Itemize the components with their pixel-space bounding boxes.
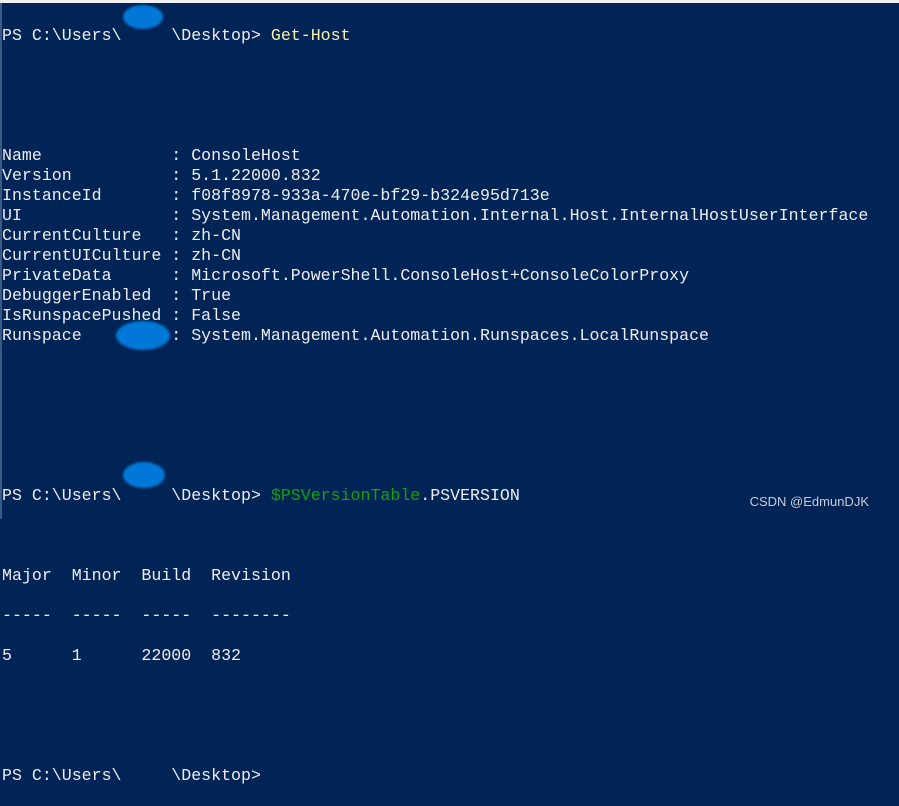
prompt-line: PS C:\Users\ \Desktop> $PSVersionTable.P… bbox=[2, 486, 868, 506]
redaction-blob bbox=[116, 321, 170, 350]
variable-text: $PSVersionTable bbox=[270, 486, 421, 505]
table-separator: ----- ----- ----- -------- bbox=[2, 606, 291, 625]
property-key: Name bbox=[2, 146, 162, 165]
property-separator: : bbox=[161, 166, 192, 185]
property-key: PrivateData bbox=[2, 266, 162, 285]
property-value: System.Management.Automation.Internal.Ho… bbox=[191, 206, 869, 225]
property-value: zh-CN bbox=[191, 246, 241, 265]
property-key: Version bbox=[2, 166, 162, 185]
host-property-row: InstanceId : f08f8978-933a-470e-bf29-b32… bbox=[2, 186, 868, 206]
host-property-row: CurrentCulture : zh-CN bbox=[2, 226, 868, 246]
property-value: zh-CN bbox=[191, 226, 241, 245]
property-separator: : bbox=[161, 146, 192, 165]
property-key: DebuggerEnabled bbox=[2, 286, 162, 305]
window-top-border bbox=[0, 0, 899, 3]
property-separator: : bbox=[161, 186, 192, 205]
prompt-suffix: \Desktop> bbox=[171, 486, 271, 505]
property-key: InstanceId bbox=[2, 186, 162, 205]
redacted-username bbox=[122, 26, 172, 45]
redaction-blob bbox=[123, 462, 165, 488]
host-property-row: Version : 5.1.22000.832 bbox=[2, 166, 868, 186]
prompt-prefix: PS C:\Users\ bbox=[2, 486, 122, 505]
redaction-blob bbox=[123, 5, 163, 29]
property-separator: : bbox=[161, 286, 192, 305]
table-row: 5 1 22000 832 bbox=[2, 646, 241, 665]
prompt-prefix: PS C:\Users\ bbox=[2, 26, 122, 45]
property-value: Microsoft.PowerShell.ConsoleHost+Console… bbox=[191, 266, 690, 285]
prompt-prefix: PS C:\Users\ bbox=[2, 766, 122, 785]
member-text: .PSVERSION bbox=[420, 486, 520, 505]
property-value: ConsoleHost bbox=[191, 146, 301, 165]
property-separator: : bbox=[161, 266, 192, 285]
redacted-username bbox=[122, 766, 172, 785]
host-property-row: UI : System.Management.Automation.Intern… bbox=[2, 206, 868, 226]
property-value: f08f8978-933a-470e-bf29-b324e95d713e bbox=[191, 186, 550, 205]
prompt-suffix: \Desktop> bbox=[171, 26, 271, 45]
property-value: 5.1.22000.832 bbox=[191, 166, 321, 185]
property-value: False bbox=[191, 306, 241, 325]
property-separator: : bbox=[161, 226, 192, 245]
watermark: CSDN @EdmunDJK bbox=[749, 494, 869, 509]
property-value: System.Management.Automation.Runspaces.L… bbox=[191, 326, 710, 345]
property-key: CurrentCulture bbox=[2, 226, 162, 245]
host-property-row: CurrentUICulture : zh-CN bbox=[2, 246, 868, 266]
powershell-console[interactable]: PS C:\Users\ \Desktop> Get-Host Name : C… bbox=[2, 6, 868, 806]
property-value: True bbox=[191, 286, 232, 305]
property-separator: : bbox=[161, 246, 192, 265]
property-separator: : bbox=[161, 306, 192, 325]
command-text: Get-Host bbox=[270, 26, 351, 45]
prompt-line: PS C:\Users\ \Desktop> Get-Host bbox=[2, 26, 868, 46]
property-key: CurrentUICulture bbox=[2, 246, 162, 265]
prompt-suffix: \Desktop> bbox=[171, 766, 261, 785]
host-property-row: Name : ConsoleHost bbox=[2, 146, 868, 166]
host-property-row: DebuggerEnabled : True bbox=[2, 286, 868, 306]
redacted-username bbox=[122, 486, 172, 505]
property-separator: : bbox=[161, 206, 192, 225]
table-header: Major Minor Build Revision bbox=[2, 566, 291, 585]
prompt-line: PS C:\Users\ \Desktop> bbox=[2, 766, 868, 786]
host-property-row: PrivateData : Microsoft.PowerShell.Conso… bbox=[2, 266, 868, 286]
property-key: UI bbox=[2, 206, 162, 225]
